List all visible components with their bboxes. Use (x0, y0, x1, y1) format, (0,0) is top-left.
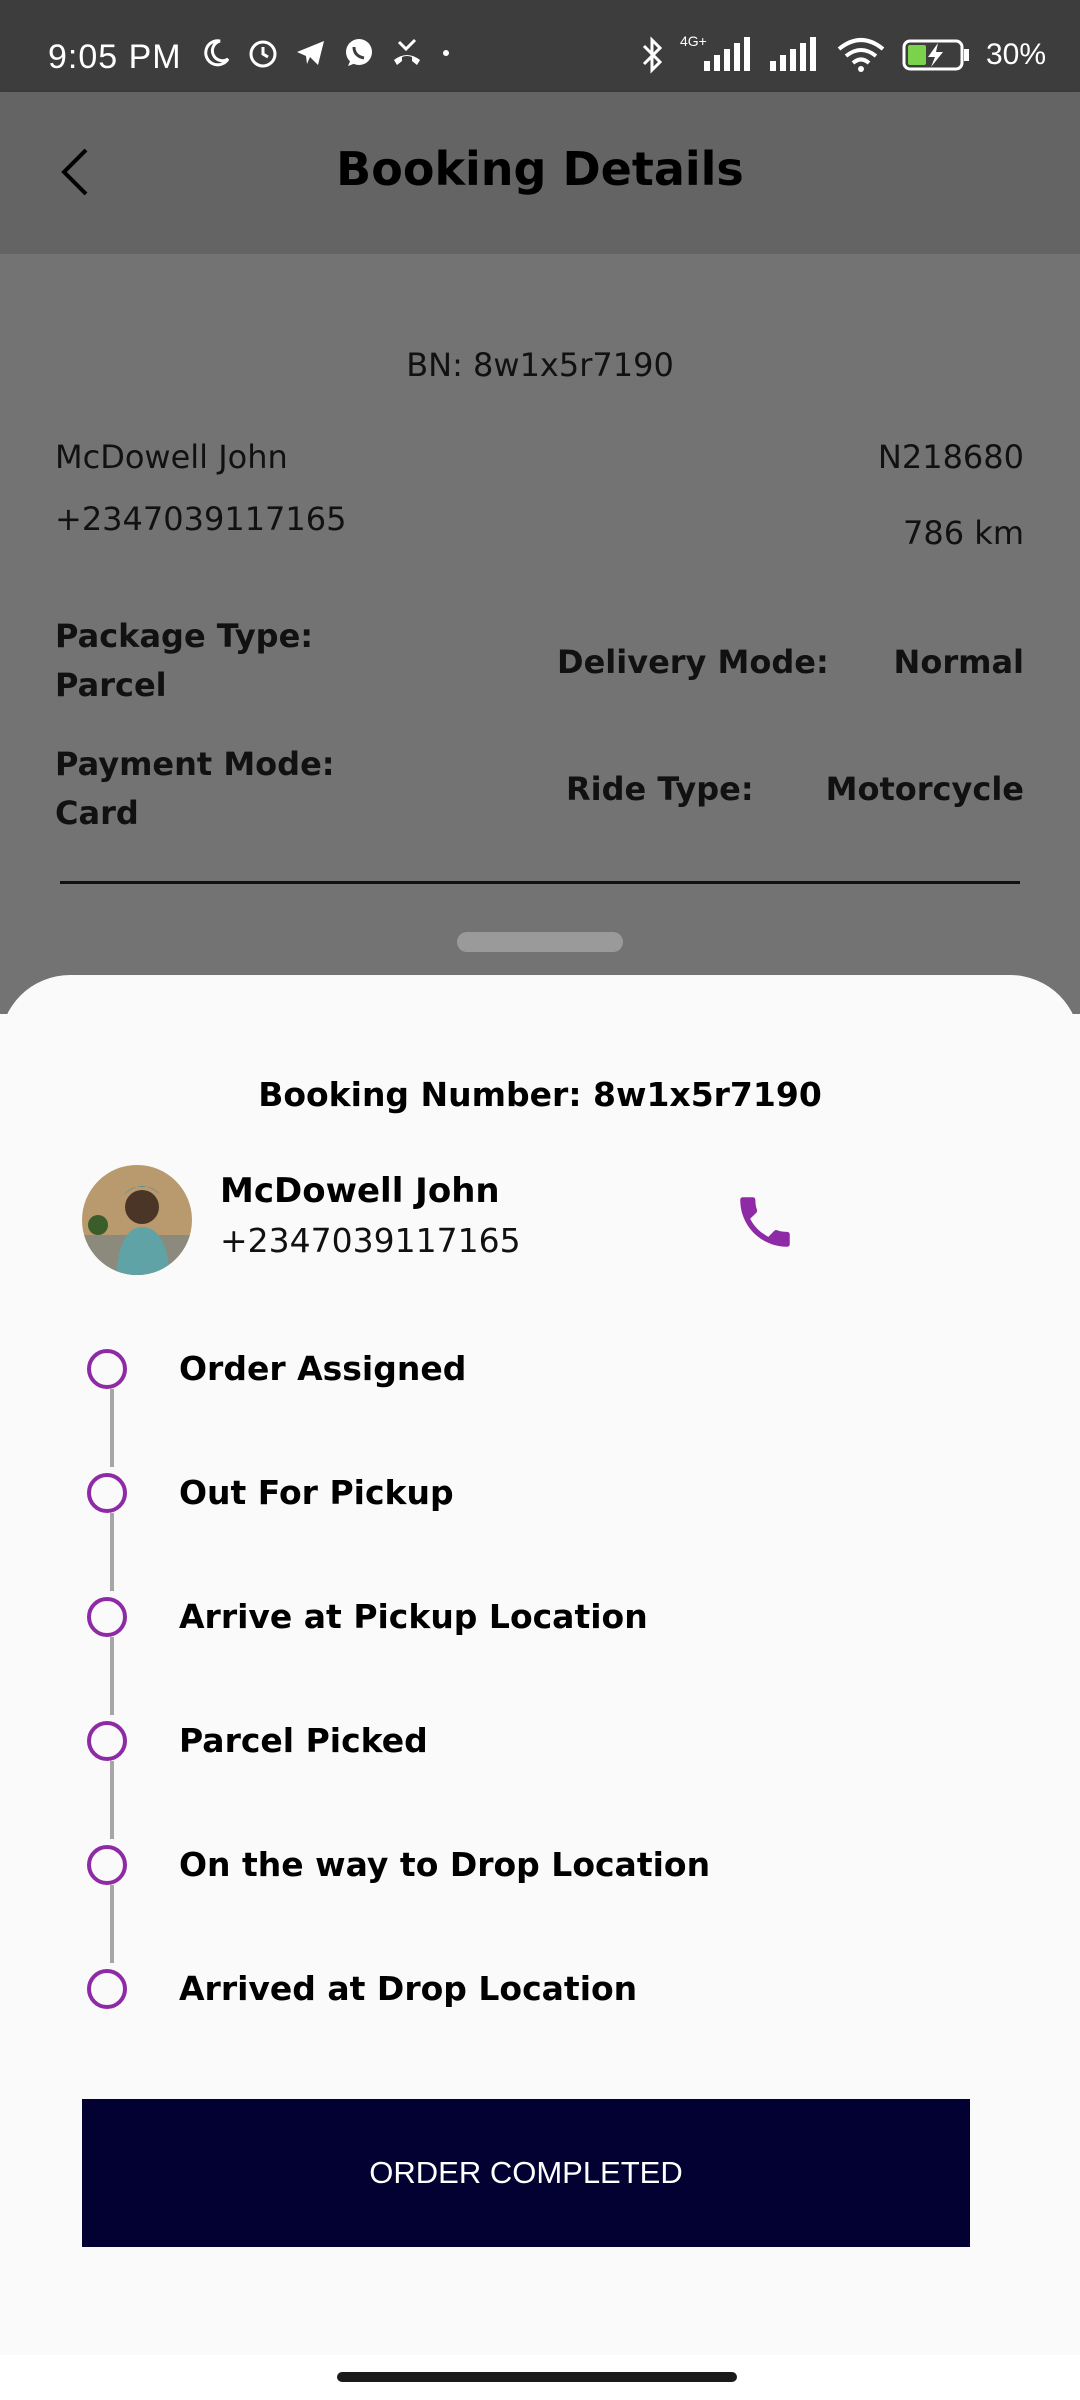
package-type-value: Parcel (55, 666, 167, 704)
step-label: Arrived at Drop Location (179, 1969, 638, 2008)
battery-charging-icon (902, 39, 969, 71)
phone-icon (740, 1197, 790, 1247)
call-button[interactable] (732, 1189, 798, 1255)
delivery-mode-value: Normal (893, 643, 1024, 681)
sheet-booking-number: Booking Number: 8w1x5r7190 (258, 1075, 822, 1114)
step-label: Parcel Picked (179, 1721, 428, 1760)
timeline-step[interactable]: Parcel Picked (0, 1715, 1080, 1775)
payment-mode-value: Card (55, 794, 139, 832)
app-bar: Booking Details (0, 92, 1080, 254)
ride-type-value: Motorcycle (825, 770, 1024, 808)
distance: 786 km (903, 514, 1024, 552)
customer-phone: +2347039117165 (55, 500, 347, 538)
payment-mode-label: Payment Mode: (55, 745, 335, 783)
timeline-step[interactable]: Arrive at Pickup Location (0, 1591, 1080, 1651)
dot-icon (443, 50, 449, 56)
step-label: On the way to Drop Location (179, 1845, 711, 1884)
wifi-icon (837, 38, 885, 72)
timeline-step[interactable]: Arrived at Drop Location (0, 1963, 1080, 2023)
step-indicator (87, 1349, 127, 1389)
bottom-sheet: Booking Number: 8w1x5r7190 McDowell John… (0, 975, 1080, 2355)
home-indicator[interactable] (337, 2372, 737, 2382)
missed-call-icon (394, 38, 420, 65)
system-icons: 4G+ 30% (640, 33, 1046, 74)
moon-icon (204, 39, 230, 67)
step-indicator (87, 1597, 127, 1637)
step-indicator (87, 1721, 127, 1761)
signal-icon (769, 37, 816, 71)
step-indicator (87, 1845, 127, 1885)
timeline-step[interactable]: Order Assigned (0, 1343, 1080, 1403)
sheet-customer-name: McDowell John (220, 1171, 500, 1211)
whatsapp-icon (346, 39, 372, 66)
alarm-icon (249, 40, 277, 68)
step-label: Order Assigned (179, 1349, 467, 1388)
customer-name: McDowell John (55, 438, 288, 476)
bluetooth-icon (642, 36, 663, 74)
booking-number: BN: 8w1x5r7190 (406, 346, 674, 384)
sheet-customer-phone: +2347039117165 (220, 1221, 521, 1260)
status-time: 9:05 PM (48, 38, 182, 76)
notification-icons (200, 36, 454, 70)
timeline-step[interactable]: Out For Pickup (0, 1467, 1080, 1527)
delivery-mode-label: Delivery Mode: (557, 643, 829, 681)
battery-percent: 30% (985, 38, 1046, 71)
timeline-step[interactable]: On the way to Drop Location (0, 1839, 1080, 1899)
ride-type-label: Ride Type: (566, 770, 754, 808)
order-completed-button[interactable]: ORDER COMPLETED (82, 2099, 970, 2247)
signal-4g-icon: 4G+ (680, 33, 754, 73)
step-label: Arrive at Pickup Location (179, 1597, 648, 1636)
telegram-icon (297, 41, 324, 65)
step-indicator (87, 1969, 127, 2009)
step-label: Out For Pickup (179, 1473, 454, 1512)
sheet-drag-handle[interactable] (457, 932, 623, 952)
divider (60, 881, 1020, 884)
package-type-label: Package Type: (55, 617, 314, 655)
page-title: Booking Details (336, 142, 744, 196)
status-bar: 9:05 PM 4G+ 30% (0, 0, 1080, 92)
step-indicator (87, 1473, 127, 1513)
order-id: N218680 (877, 438, 1024, 476)
avatar (82, 1165, 192, 1275)
